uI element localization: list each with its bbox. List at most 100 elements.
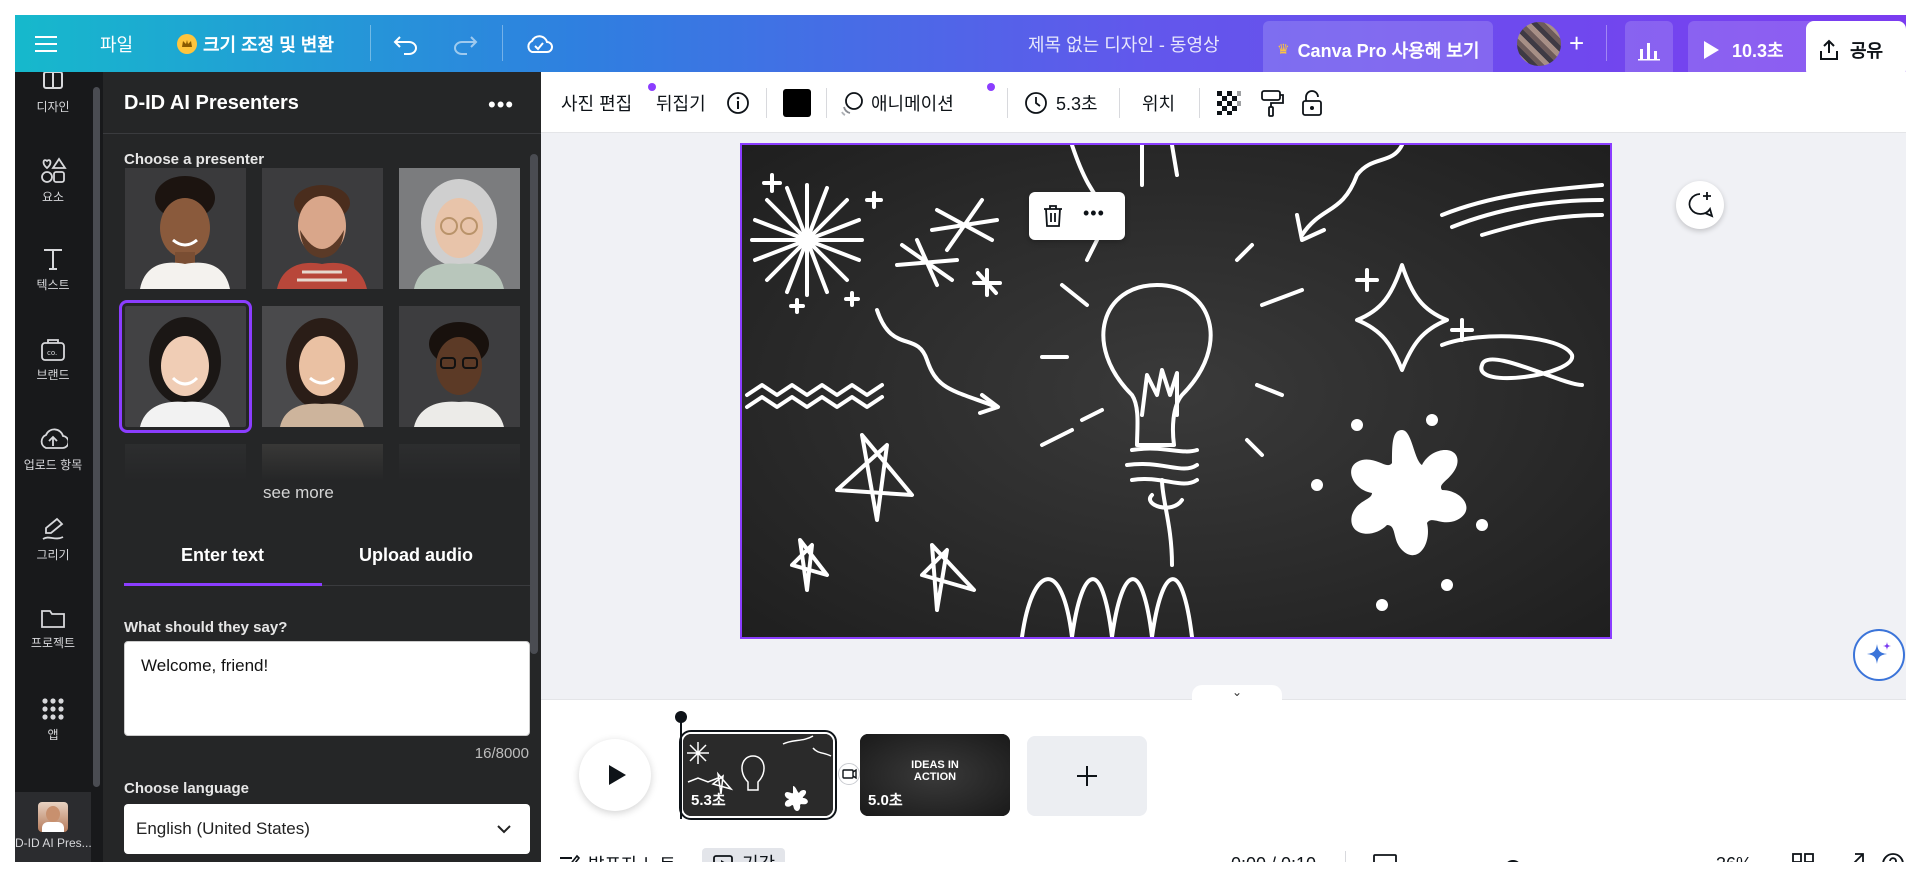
animate-icon [841,91,863,116]
transition-icon[interactable] [838,763,860,785]
grid-view-icon[interactable] [1791,851,1815,862]
panel-title: D-ID AI Presenters [124,92,299,114]
panel-scrollbar-thumb[interactable] [530,154,538,654]
animate-button[interactable]: 애니메이션 [839,72,954,133]
shapes-icon [41,157,67,183]
say-label: What should they say? [124,619,288,636]
menu-icon[interactable] [27,15,65,72]
canva-pro-label: Canva Pro 사용해 보기 [1297,40,1480,61]
context-toolbar: 사진 편집 뒤집기 애니메이션 5.3초 위치 [541,72,1906,133]
more-icon[interactable]: ••• [488,92,514,118]
rail-item-projects[interactable]: 프로젝트 [15,598,91,678]
rail-label: 업로드 항목 [23,458,83,472]
position-button[interactable]: 위치 [1142,72,1175,133]
rail-item-apps[interactable]: 앱 [15,688,91,768]
file-menu[interactable]: 파일 [100,15,133,72]
redo-icon[interactable] [452,15,478,72]
rail-item-did-presenters[interactable]: D-ID AI Pres... [15,792,92,862]
layout-icon [43,72,63,89]
info-icon[interactable] [726,72,750,133]
brand-icon: co. [41,339,65,361]
cloud-saved-icon[interactable] [525,15,553,72]
rail-item-design[interactable]: 디자인 [15,72,91,152]
canva-pro-button[interactable]: ♛ Canva Pro 사용해 보기 [1263,21,1494,78]
duration-label: 5.3초 [1056,93,1098,114]
add-comment-button[interactable] [1676,181,1724,229]
rail-item-brand[interactable]: co. 브랜드 [15,328,91,408]
presenter-5[interactable] [262,306,383,427]
presenter-2[interactable] [262,168,383,289]
left-rail: 디자인 요소 텍스트 co. 브랜드 업로드 항목 그리기 프로젝트 앱 D-I… [15,72,92,862]
transparency-icon[interactable] [1216,72,1242,133]
presenter-6[interactable] [399,306,520,427]
presenter-3[interactable] [399,168,520,289]
edit-photo-button[interactable]: 사진 편집 [561,72,632,133]
upload-icon [40,428,68,449]
analytics-icon[interactable] [1625,21,1673,78]
more-icon[interactable]: ••• [1083,203,1105,224]
crown-icon [177,33,197,54]
playhead-handle[interactable] [675,711,687,723]
copy-style-icon[interactable] [1259,72,1285,133]
play-icon [609,765,626,785]
rail-item-text[interactable]: 텍스트 [15,238,91,318]
presenter-1[interactable] [125,168,246,289]
notes-button[interactable]: 발표자 노트 [558,851,676,862]
flip-button[interactable]: 뒤집기 [656,72,706,133]
script-textarea[interactable]: Welcome, friend! [124,641,530,736]
thumbnail-view-icon[interactable] [1372,851,1398,862]
rail-label: 디자인 [36,100,70,114]
lock-icon[interactable] [1300,72,1324,133]
playhead[interactable] [680,715,682,819]
time-readout: 0:00 / 0:10 [1231,851,1316,863]
timeline-clip-2[interactable]: IDEAS IN ACTION 5.0초 [860,734,1010,816]
play-icon [1704,40,1719,59]
add-collaborator-icon[interactable]: + [1569,15,1584,72]
trash-icon[interactable] [1041,203,1065,229]
play-button[interactable]: 10.3초 [1688,21,1822,78]
tab-enter-text[interactable]: Enter text [181,545,264,566]
rail-item-uploads[interactable]: 업로드 항목 [15,418,91,498]
rail-label: 앱 [47,728,59,742]
share-label: 공유 [1850,40,1884,61]
floating-element-toolbar: ••• [1029,192,1125,240]
document-title[interactable]: 제목 없는 디자인 - 동영상 [1028,15,1220,72]
choose-presenter-label: Choose a presenter [124,151,265,168]
rail-label: D-ID AI Pres... [15,836,92,850]
rail-scrollbar-thumb[interactable] [93,87,100,787]
rail-label: 요소 [41,190,65,204]
animate-label: 애니메이션 [871,93,954,114]
see-more-link[interactable]: see more [263,483,334,503]
character-count: 16/8000 [474,745,529,762]
language-value: English (United States) [136,819,310,838]
avatar-icon [38,802,68,832]
timeline-clip-1[interactable]: 5.3초 [679,730,837,820]
comment-plus-icon [1688,192,1714,218]
magic-assistant-button[interactable] [1853,629,1905,681]
presenter-4-selected[interactable] [119,300,252,433]
clip-title: IDEAS IN ACTION [911,759,959,783]
clip-duration: 5.0초 [868,792,903,809]
timeline-play-button[interactable] [579,739,651,811]
timing-icon [713,855,733,862]
resize-button[interactable]: 크기 조정 및 변환 [177,15,334,72]
duration-button[interactable]: 5.3초 [1024,72,1098,133]
language-select[interactable]: English (United States) [124,804,530,854]
collapse-timeline-icon[interactable]: ⌄ [1192,685,1282,705]
rail-item-elements[interactable]: 요소 [15,148,91,228]
plus-icon [1077,766,1097,786]
rail-item-draw[interactable]: 그리기 [15,508,91,588]
user-avatar[interactable] [1517,15,1561,72]
timing-button[interactable]: 기간 [702,848,786,862]
add-page-button[interactable] [1027,736,1147,816]
fullscreen-icon[interactable] [1841,851,1865,862]
zoom-level[interactable]: 36% [1716,851,1752,863]
share-button[interactable]: 공유 [1806,21,1906,78]
rail-label: 그리기 [36,548,70,562]
svg-text:co.: co. [47,349,57,357]
new-indicator [987,83,995,91]
tab-upload-audio[interactable]: Upload audio [359,545,473,566]
undo-icon[interactable] [393,15,419,72]
help-icon[interactable] [1881,851,1905,862]
color-swatch[interactable] [783,72,811,133]
